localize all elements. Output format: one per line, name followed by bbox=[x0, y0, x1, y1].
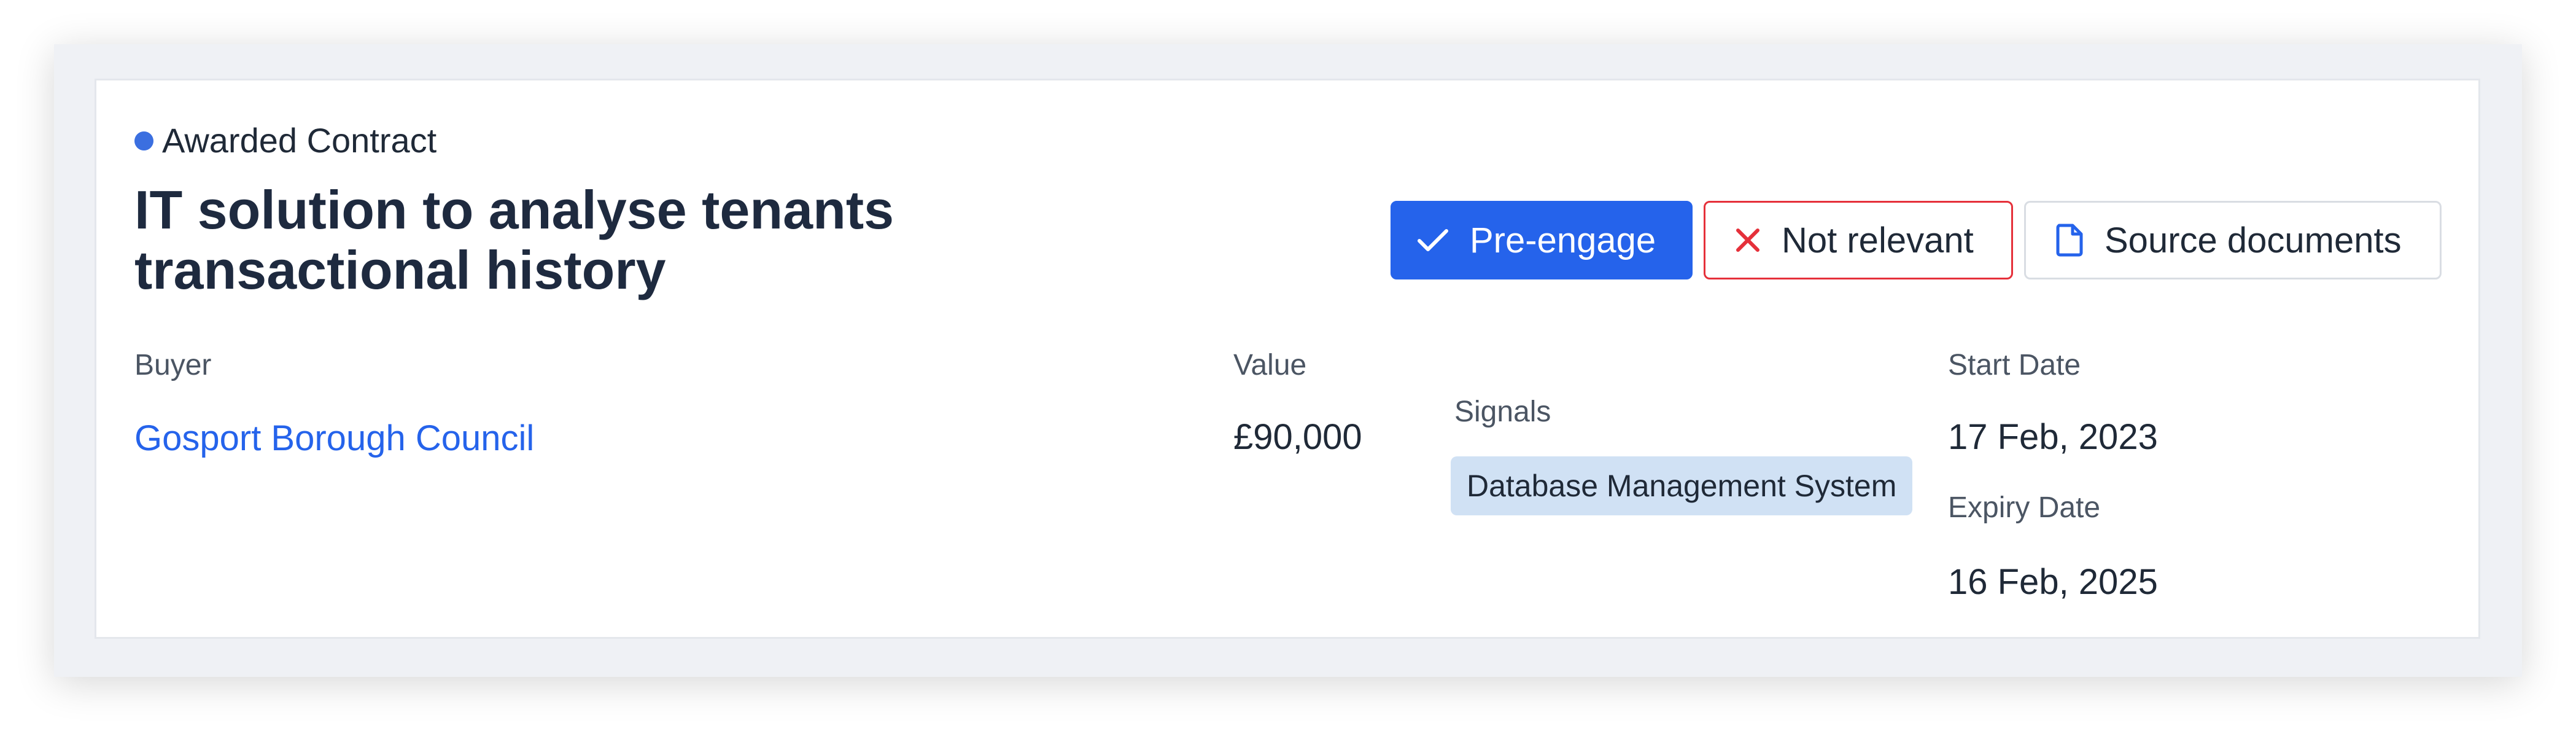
expiry-date-label: Expiry Date bbox=[1948, 491, 2101, 524]
card-frame: Awarded Contract IT solution to analyse … bbox=[54, 44, 2522, 677]
source-documents-button[interactable]: Source documents bbox=[2024, 201, 2442, 279]
contract-status: Awarded Contract bbox=[134, 123, 436, 158]
contract-title: IT solution to analyse tenants transacti… bbox=[134, 179, 894, 300]
status-dot-icon bbox=[134, 131, 153, 150]
document-icon bbox=[2056, 224, 2083, 257]
signals-label: Signals bbox=[1454, 396, 1551, 428]
pre-engage-label: Pre-engage bbox=[1470, 220, 1656, 260]
expiry-date-value: 16 Feb, 2025 bbox=[1948, 562, 2158, 602]
status-label: Awarded Contract bbox=[162, 121, 437, 160]
source-documents-label: Source documents bbox=[2105, 220, 2402, 260]
contract-value: £90,000 bbox=[1233, 417, 1362, 457]
value-label: Value bbox=[1233, 349, 1307, 381]
check-icon bbox=[1418, 229, 1448, 251]
action-buttons: Pre-engage Not relevant Source documents bbox=[1391, 201, 2442, 279]
buyer-label: Buyer bbox=[134, 349, 212, 381]
start-date-label: Start Date bbox=[1948, 349, 2081, 381]
start-date-value: 17 Feb, 2023 bbox=[1948, 417, 2158, 457]
pre-engage-button[interactable]: Pre-engage bbox=[1391, 201, 1693, 279]
signal-badge: Database Management System bbox=[1451, 456, 1913, 515]
close-icon bbox=[1736, 228, 1759, 252]
contract-card: Awarded Contract IT solution to analyse … bbox=[95, 79, 2480, 639]
buyer-link[interactable]: Gosport Borough Council bbox=[134, 421, 534, 456]
not-relevant-label: Not relevant bbox=[1782, 220, 1974, 260]
not-relevant-button[interactable]: Not relevant bbox=[1704, 201, 2013, 279]
